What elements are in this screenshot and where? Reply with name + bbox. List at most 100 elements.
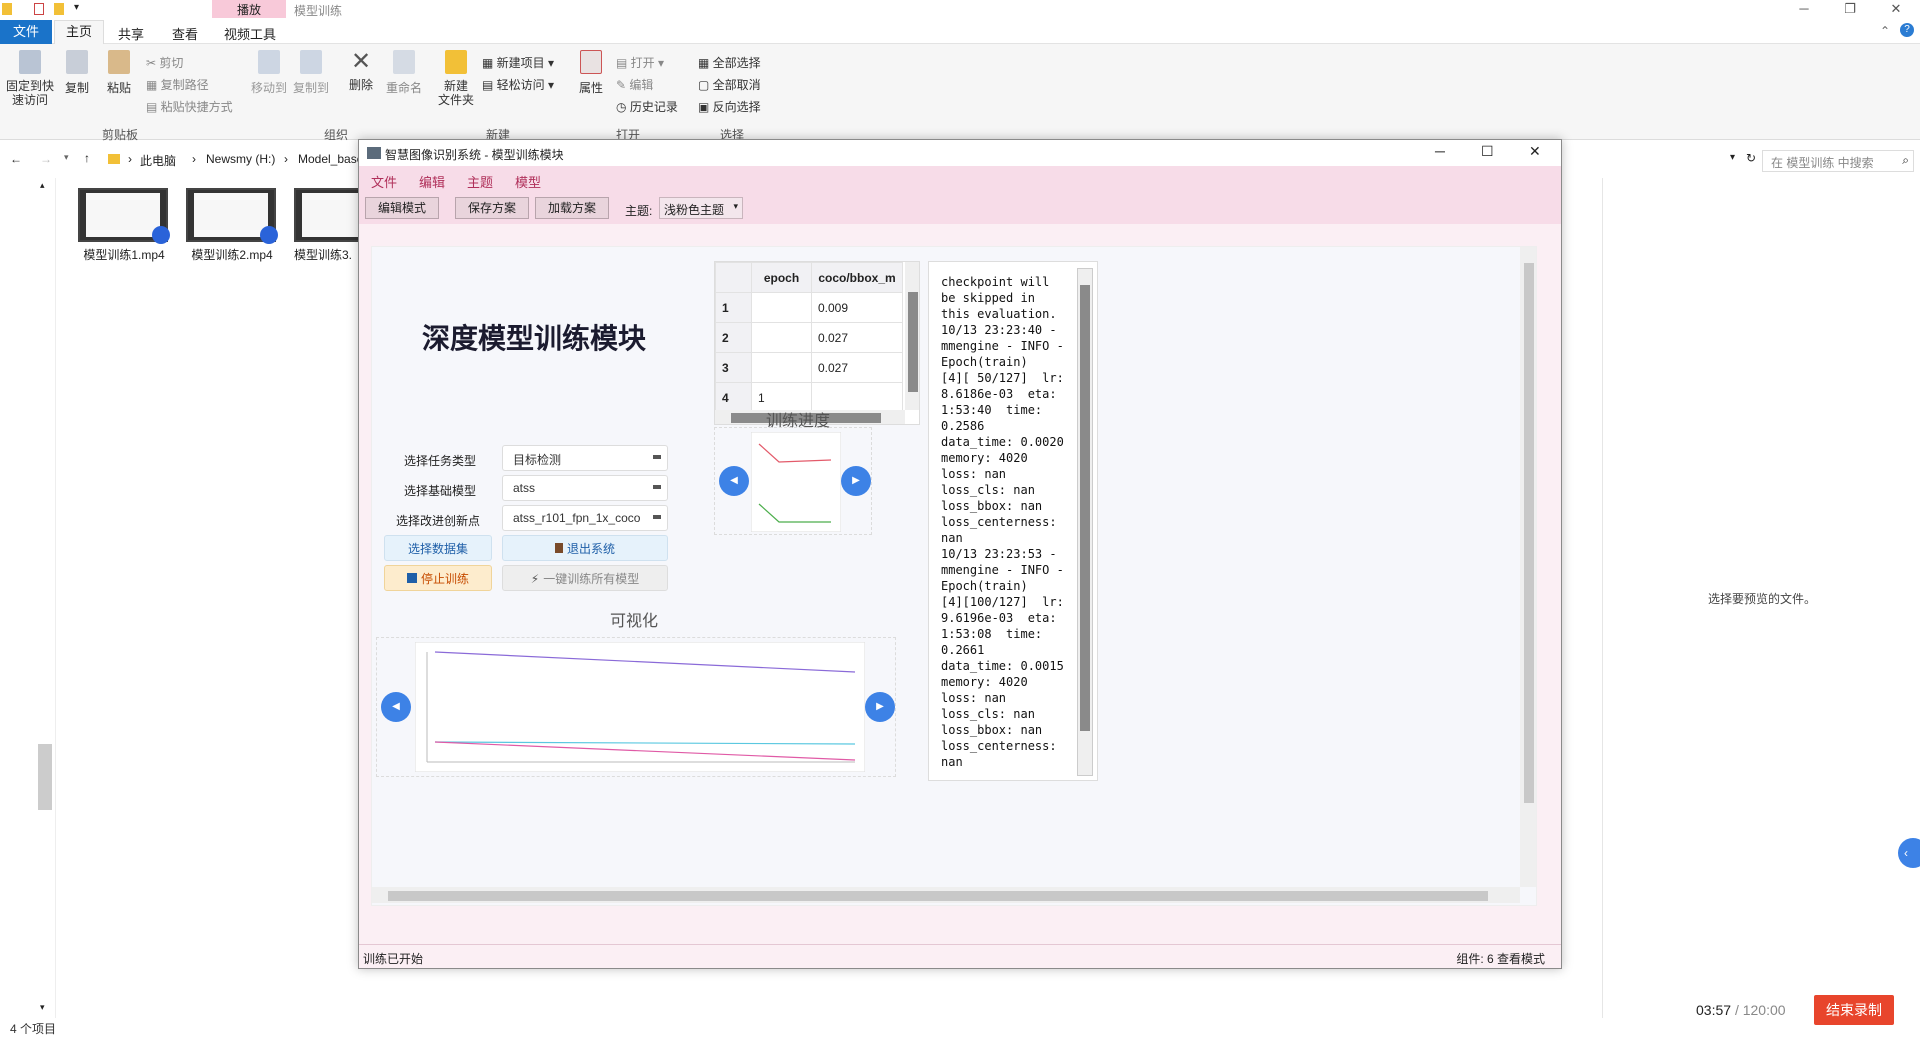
breadcrumb-this-pc[interactable]: 此电脑: [140, 152, 176, 169]
tab-file[interactable]: 文件: [0, 20, 52, 44]
close-button[interactable]: ✕: [1873, 0, 1919, 20]
metrics-table[interactable]: epoch coco/bbox_m 1 0.009 2 0.027 3 0.027 4 1: [714, 261, 920, 425]
paste-button[interactable]: 粘贴: [104, 50, 134, 96]
tab-video-tools[interactable]: 视频工具: [224, 24, 276, 43]
file-item[interactable]: 模型训练3.: [294, 188, 358, 263]
edit-mode-button[interactable]: 编辑模式: [365, 197, 439, 219]
canvas-hscroll[interactable]: [372, 887, 1520, 903]
stop-training-label: 停止训练: [420, 572, 469, 586]
select-dataset-button[interactable]: 选择数据集: [384, 535, 492, 561]
back-icon[interactable]: ←: [10, 152, 22, 166]
history-button[interactable]: ◷ 历史记录: [616, 98, 678, 115]
scrollbar-thumb[interactable]: [388, 891, 1488, 901]
help-icon[interactable]: ?: [1900, 23, 1914, 37]
edit-button[interactable]: ✎ 编辑: [616, 76, 653, 93]
copy-to-icon: [300, 50, 322, 74]
move-to-button[interactable]: 移动到: [250, 50, 288, 96]
scrollbar-thumb[interactable]: [1524, 263, 1534, 803]
next-button[interactable]: ▶: [865, 692, 895, 722]
stop-training-button[interactable]: 停止训练: [384, 565, 492, 591]
chevron-down-icon[interactable]: ▾: [40, 1002, 45, 1013]
invert-selection-button[interactable]: ▣ 反向选择: [698, 98, 761, 115]
group-clipboard-label: 剪贴板: [102, 128, 139, 142]
prev-button[interactable]: ◀: [719, 466, 749, 496]
copy-button[interactable]: 复制: [62, 50, 92, 96]
pin-quick-access-button[interactable]: 固定到快 速访问: [4, 50, 56, 107]
scrollbar-thumb[interactable]: [38, 744, 52, 810]
new-item-button[interactable]: ▦ 新建项目 ▾: [482, 54, 554, 71]
restore-button[interactable]: ❐: [1827, 0, 1873, 20]
checkmark-icon[interactable]: [34, 3, 44, 15]
tab-share[interactable]: 共享: [118, 24, 144, 43]
table-row[interactable]: 3 0.027: [715, 352, 903, 383]
pin-icon: [19, 50, 41, 74]
improvement-select[interactable]: atss_r101_fpn_1x_coco: [502, 505, 668, 531]
context-tab-play[interactable]: 播放: [212, 0, 286, 18]
scrollbar-thumb[interactable]: [1080, 285, 1090, 731]
task-type-label: 选择任务类型: [404, 454, 477, 468]
tab-view[interactable]: 查看: [172, 24, 198, 43]
paste-shortcut-button[interactable]: ▤ 粘贴快捷方式: [146, 98, 233, 115]
save-plan-button[interactable]: 保存方案: [455, 197, 529, 219]
base-model-value: atss: [513, 481, 536, 495]
chevron-down-icon[interactable]: ▾: [74, 2, 79, 13]
base-model-select[interactable]: atss: [502, 475, 668, 501]
properties-button[interactable]: 属性: [574, 50, 608, 96]
close-button[interactable]: ✕: [1529, 143, 1541, 160]
log-panel[interactable]: checkpoint will be skipped in this evalu…: [928, 261, 1098, 781]
easy-access-button[interactable]: ▤ 轻松访问 ▾: [482, 76, 554, 93]
open-label: 打开: [630, 56, 655, 70]
end-recording-button[interactable]: 结束录制: [1814, 995, 1894, 1025]
scrollbar-thumb[interactable]: [908, 292, 918, 392]
search-input[interactable]: 在 模型训练 中搜索 ⌕: [1762, 150, 1914, 172]
chevron-up-icon[interactable]: ▴: [40, 180, 45, 191]
chevron-down-icon[interactable]: ▾: [64, 152, 69, 163]
next-button[interactable]: ▶: [841, 466, 871, 496]
table-row[interactable]: 1 0.009: [715, 292, 903, 323]
forward-icon[interactable]: →: [40, 152, 52, 166]
rename-button[interactable]: 重命名: [384, 50, 424, 96]
menu-file[interactable]: 文件: [371, 172, 397, 191]
log-vscroll[interactable]: [1077, 268, 1093, 776]
prev-button[interactable]: ◀: [381, 692, 411, 722]
cut-button[interactable]: ✂ 剪切: [146, 54, 183, 71]
new-folder-button[interactable]: 新建 文件夹: [436, 50, 476, 107]
table-row[interactable]: 2 0.027: [715, 322, 903, 353]
open-button[interactable]: ▤ 打开 ▾: [616, 54, 664, 71]
breadcrumb-folder[interactable]: Model_base: [298, 152, 363, 166]
chevron-up-icon[interactable]: ⌃: [1880, 24, 1890, 38]
nav-pane-scrollbar[interactable]: ▴ ▾: [36, 178, 56, 1018]
properties-label: 属性: [578, 81, 603, 95]
table-vscroll[interactable]: [905, 262, 919, 410]
task-type-select[interactable]: 目标检测: [502, 445, 668, 471]
copy-label: 复制: [64, 81, 89, 95]
theme-select[interactable]: 浅粉色主题 ▾: [659, 197, 743, 219]
exit-system-button[interactable]: 退出系统: [502, 535, 668, 561]
refresh-icon[interactable]: ↻: [1746, 151, 1756, 165]
menu-theme[interactable]: 主题: [467, 172, 493, 191]
load-plan-button[interactable]: 加载方案: [535, 197, 609, 219]
minimize-button[interactable]: ─: [1435, 143, 1445, 159]
improvement-value: atss_r101_fpn_1x_coco: [513, 511, 641, 525]
menu-edit[interactable]: 编辑: [419, 172, 445, 191]
train-all-button[interactable]: ⚡ 一键训练所有模型: [502, 565, 668, 591]
minimize-button[interactable]: ─: [1781, 0, 1827, 20]
chevron-down-icon[interactable]: ▾: [1730, 152, 1735, 163]
select-all-button[interactable]: ▦ 全部选择: [698, 54, 761, 71]
side-expand-button[interactable]: ‹: [1898, 838, 1920, 868]
copy-path-button[interactable]: ▦ 复制路径: [146, 76, 209, 93]
file-item[interactable]: 模型训练2.mp4: [186, 188, 278, 263]
toolbar: 编辑模式 保存方案 加载方案 主题: 浅粉色主题 ▾: [359, 192, 1561, 224]
select-none-button[interactable]: ▢ 全部取消: [698, 76, 761, 93]
up-icon[interactable]: ↑: [84, 151, 90, 165]
breadcrumb-drive[interactable]: Newsmy (H:): [206, 152, 275, 166]
search-placeholder: 在 模型训练 中搜索: [1771, 156, 1874, 170]
file-item[interactable]: 模型训练1.mp4: [78, 188, 170, 263]
maximize-button[interactable]: ☐: [1481, 143, 1494, 160]
tab-home[interactable]: 主页: [54, 20, 104, 44]
copy-to-button[interactable]: 复制到: [292, 50, 330, 96]
folder-icon[interactable]: [54, 3, 64, 15]
menu-model[interactable]: 模型: [515, 172, 541, 191]
delete-button[interactable]: ✕ 删除: [344, 50, 378, 93]
canvas-vscroll[interactable]: [1520, 247, 1536, 887]
